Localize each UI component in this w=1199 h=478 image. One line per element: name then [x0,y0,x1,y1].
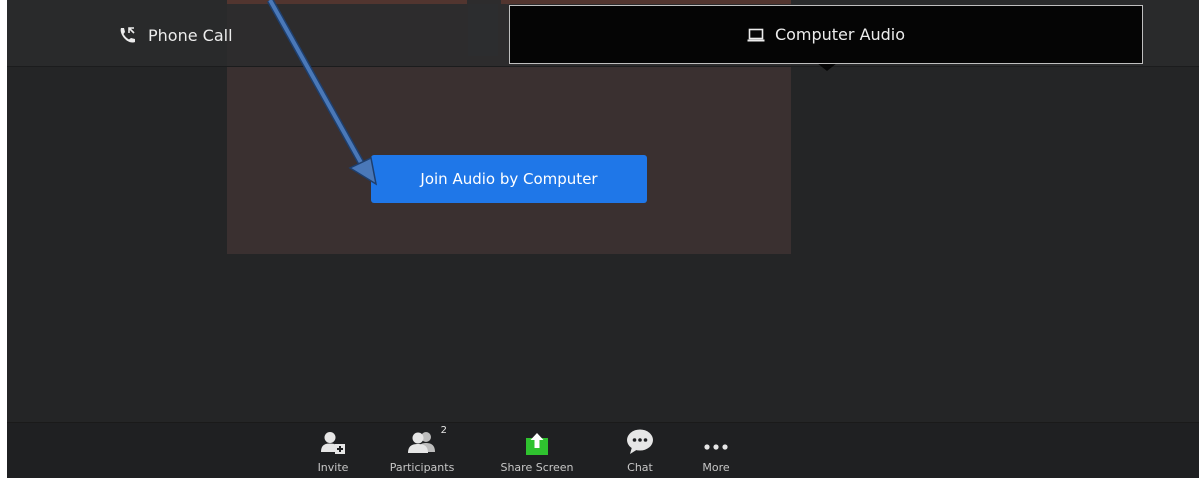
phone-call-icon [118,26,138,44]
active-tab-caret [817,63,837,71]
invite-label: Invite [317,461,349,474]
laptop-icon [747,28,765,42]
more-dots-icon [702,429,730,455]
share-screen-label: Share Screen [500,461,574,474]
join-audio-by-computer-button[interactable]: Join Audio by Computer [371,155,647,203]
invite-user-icon [320,429,346,455]
toolbar-participants[interactable]: 2 Participants [377,425,467,478]
tab-phone-call-label: Phone Call [148,25,233,45]
tab-phone-call[interactable]: Phone Call [67,14,287,56]
participants-icon: 2 [407,425,447,455]
toolbar-share-screen[interactable]: Share Screen [492,429,582,478]
tab-computer-audio-label: Computer Audio [774,25,906,44]
toolbar-more[interactable]: More [671,429,761,478]
meeting-toolbar: Invite 2 Participants Share Screen Chat … [7,422,1199,478]
participants-label: Participants [389,461,455,474]
more-label: More [702,461,730,474]
chat-bubble-icon [626,429,654,455]
participants-count-badge: 2 [440,425,447,436]
meeting-window: Phone Call Computer Audio Join Audio by … [7,0,1199,478]
toolbar-invite[interactable]: Invite [288,429,378,478]
chat-label: Chat [627,461,653,474]
audio-tab-bar: Phone Call Computer Audio [7,0,1199,71]
tab-computer-audio[interactable]: Computer Audio [509,5,1143,64]
share-screen-icon [525,429,549,455]
